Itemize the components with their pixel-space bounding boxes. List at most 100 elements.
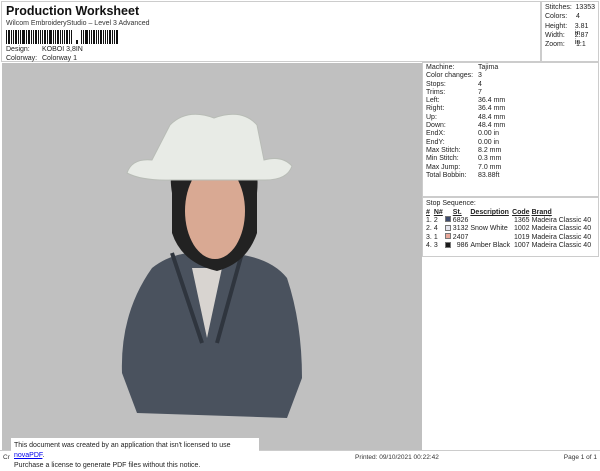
machine-row: Machine: Tajima [426, 64, 595, 72]
barcode-bar [107, 30, 108, 44]
machine-value: Tajima [478, 64, 499, 71]
machine-label: EndY: [426, 138, 445, 146]
row-needle: 1 [433, 233, 438, 241]
notice-text: This document was created by an applicat… [14, 442, 231, 449]
barcode-bar [38, 30, 39, 44]
barcode-bar [93, 30, 95, 44]
machine-row: Color changes: 3 [426, 72, 595, 80]
machine-row: Right: 36.4 mm [426, 105, 595, 113]
barcode-bar [96, 30, 97, 44]
machine-label: Up: [426, 113, 437, 121]
row-stitches: 986 [456, 242, 469, 250]
barcode-bar [33, 30, 34, 44]
stat-row: Zoom: 1:1 [545, 41, 595, 50]
machine-row: Down: 48.4 mm [426, 122, 595, 130]
stat-row: Height: 3.81 in [545, 22, 595, 37]
stat-label: Zoom: [545, 41, 565, 49]
machine-row: Max Stitch: 8.2 mm [426, 147, 595, 155]
machine-label: Machine: [426, 64, 455, 71]
row-needle: 4 [433, 225, 438, 233]
machine-label: Left: [426, 97, 440, 105]
row-description [470, 233, 512, 242]
row-index: 4. [426, 242, 432, 250]
embroidery-design-image [121, 113, 302, 418]
barcode-bar [100, 30, 102, 44]
barcode-bar [116, 30, 118, 44]
worksheet-header: Production Worksheet Wilcom EmbroiderySt… [1, 1, 541, 62]
barcode-bar [98, 30, 99, 44]
machine-label: Total Bobbin: [426, 171, 467, 179]
col-brand: Brand [531, 209, 552, 216]
barcode-bar [62, 30, 63, 44]
machine-row: Total Bobbin: 83.88ft [426, 172, 595, 180]
barcode-bar [83, 30, 84, 44]
barcode-bar [109, 30, 111, 44]
barcode-bar [22, 30, 25, 44]
row-code: 1007 [513, 242, 530, 250]
machine-row: Max Jump: 7.0 mm [426, 164, 595, 172]
machine-value: 0.3 mm [478, 155, 502, 163]
page-title: Production Worksheet [6, 4, 140, 18]
stat-value: 13353 [575, 4, 595, 11]
barcode-bar [64, 30, 65, 44]
barcode-bar [26, 30, 27, 44]
row-stitches: 3132 [452, 225, 469, 233]
stop-sequence-table: # N# St. Description Code Brand 1. 2 6826 1… [426, 209, 593, 250]
machine-value: 48.4 mm [478, 113, 506, 121]
page-number: Page 1 of 1 [563, 454, 597, 461]
stat-row: Colors: 4 [545, 13, 595, 22]
stat-value: 3.81 in [574, 22, 589, 37]
machine-value: 36.4 mm [478, 105, 506, 113]
machine-info: Machine: Tajima Color changes: 3 Stops: 4 Trim… [422, 62, 599, 197]
machine-value: 0.00 in [478, 138, 500, 146]
row-stitches: 6826 [452, 216, 469, 224]
barcode-bar [40, 30, 41, 44]
col-code: Code [512, 209, 530, 216]
barcode-bar [76, 40, 78, 44]
table-row: 3. 1 2407 1019 Madeira Classic 40 [426, 233, 593, 242]
barcode-bar [69, 30, 70, 44]
col-description: Description [470, 209, 509, 216]
color-swatch [444, 233, 453, 242]
machine-row: EndY: 0.00 in [426, 139, 595, 147]
barcode-bar [66, 30, 68, 44]
barcode-bar [28, 30, 30, 44]
stat-label: Colors: [545, 13, 568, 21]
design-row: Design: KOBOI 3,8IN [6, 46, 536, 53]
col-needle: N# [433, 209, 443, 216]
barcode-bar [91, 30, 92, 44]
novapdf-link[interactable]: novaPDF [14, 452, 42, 459]
barcode-bar [47, 30, 48, 44]
stat-label: Width: [545, 31, 565, 39]
row-brand: Madeira Classic 40 [531, 233, 592, 241]
machine-value: 7 [478, 88, 482, 96]
barcode-bar [71, 30, 72, 44]
stop-sequence-title: Stop Sequence: [426, 200, 476, 207]
row-stitches: 2407 [452, 233, 469, 241]
barcode-bar [57, 30, 59, 44]
machine-value: 4 [478, 80, 482, 88]
row-brand: Madeira Classic 40 [531, 225, 592, 233]
printed-date: Printed: 09/10/2021 00:22:42 [355, 454, 439, 461]
app-subtitle: Wilcom EmbroideryStudio – Level 3 Advanc… [6, 20, 150, 27]
row-index: 2. [426, 225, 432, 233]
row-brand: Madeira Classic 40 [531, 216, 592, 224]
barcode-bar [20, 30, 21, 44]
row-description: Amber Black [470, 242, 511, 250]
row-index: 3. [426, 233, 432, 241]
barcode-bar [49, 30, 52, 44]
machine-value: 83.88ft [478, 171, 500, 179]
barcode-bar [53, 30, 54, 44]
machine-label: Max Jump: [426, 163, 461, 171]
barcode-bar [60, 30, 61, 44]
machine-row: Left: 36.4 mm [426, 97, 595, 105]
barcode-bar [55, 30, 56, 44]
stats-box: Stitches: 13353 Colors: 4 Height: 3.81 in W… [541, 1, 599, 62]
barcode-bar [42, 30, 43, 44]
row-description: Snow White [470, 225, 508, 233]
barcode-bar [105, 30, 106, 44]
machine-row: Up: 48.4 mm [426, 114, 595, 122]
machine-value: 7.0 mm [478, 163, 502, 171]
barcode-bar [8, 30, 10, 44]
machine-value: 48.4 mm [478, 122, 506, 130]
